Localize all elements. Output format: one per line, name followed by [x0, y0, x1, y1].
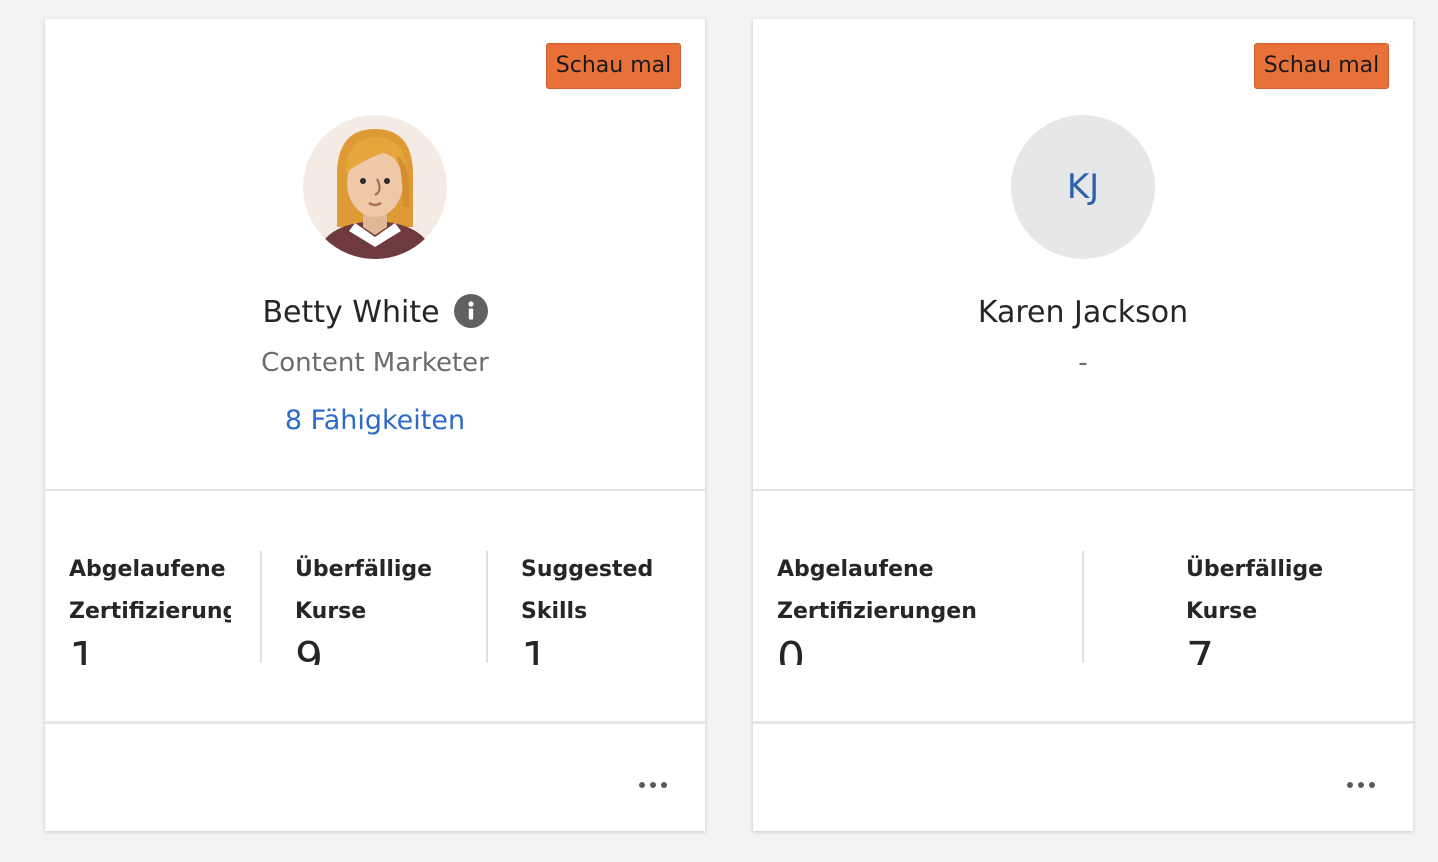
user-role: Content Marketer	[261, 348, 489, 378]
stat-value: 9	[295, 633, 323, 665]
avatar-initials: KJ	[1011, 115, 1155, 259]
stat-label: Kurse	[1186, 599, 1258, 624]
user-card-betty-white: Schau mal Betty White Content Marketer 8…	[45, 19, 705, 831]
stat-label: Zertifizierungen	[777, 599, 977, 624]
user-avatar-icon	[303, 115, 447, 259]
user-card-karen-jackson: Schau mal KJ Karen Jackson - Abgelaufene…	[753, 19, 1413, 831]
stat-label: Kurse	[295, 599, 367, 624]
stat-overdue-courses: Überfällige Kurse 7	[1186, 549, 1386, 665]
user-name: Betty White	[262, 295, 440, 330]
more-options-icon[interactable]	[1345, 777, 1377, 793]
stat-label: Überfällige	[1186, 557, 1324, 582]
stat-label: Abgelaufene	[777, 557, 934, 582]
stat-overdue-courses: Überfällige Kurse 9	[295, 549, 485, 665]
schau-mal-badge[interactable]: Schau mal	[546, 43, 681, 89]
info-icon[interactable]	[453, 294, 488, 328]
user-role: -	[1078, 348, 1088, 378]
divider	[753, 489, 1413, 491]
stat-value: 1	[69, 633, 97, 665]
more-options-icon[interactable]	[637, 777, 669, 793]
schau-mal-badge[interactable]: Schau mal	[1254, 43, 1389, 89]
stats-row: Abgelaufene Zertifizierung 1 Überfällige…	[45, 549, 705, 665]
stat-value: 7	[1186, 633, 1214, 665]
divider	[45, 489, 705, 491]
stat-label: Abgelaufene	[69, 557, 226, 582]
stat-expired-certifications: Abgelaufene Zertifizierungen 0	[777, 549, 1067, 665]
divider	[45, 721, 705, 724]
avatar	[303, 115, 447, 259]
user-name: Karen Jackson	[977, 295, 1189, 330]
stat-suggested-skills: Suggested Skills 1	[521, 549, 691, 665]
divider	[753, 721, 1413, 724]
stat-divider	[486, 551, 488, 663]
stat-label: Zertifizierung	[69, 599, 231, 624]
stat-value: 1	[521, 633, 549, 665]
stat-label: Überfällige	[295, 557, 433, 582]
stat-value: 0	[777, 633, 805, 665]
skills-link[interactable]: 8 Fähigkeiten	[45, 401, 705, 441]
stat-expired-certifications: Abgelaufene Zertifizierung 1	[69, 549, 231, 665]
stat-divider	[260, 551, 262, 663]
stat-label: Skills	[521, 599, 588, 624]
stat-divider	[1082, 551, 1084, 663]
stats-row: Abgelaufene Zertifizierungen 0 Überfälli…	[753, 549, 1413, 665]
stat-label: Suggested	[521, 557, 654, 582]
